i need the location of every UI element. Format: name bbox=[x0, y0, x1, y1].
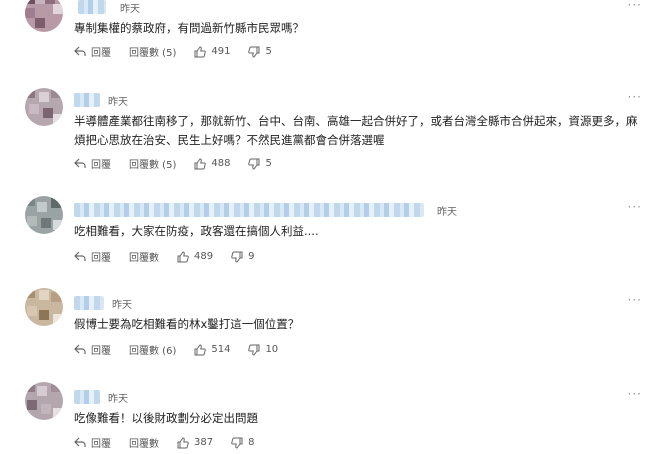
thumbs-up-icon bbox=[177, 250, 189, 262]
more-options-icon[interactable]: ··· bbox=[628, 90, 642, 104]
reply-label: 回覆 bbox=[91, 160, 111, 171]
comment-actions: 回覆 回覆數 (5) 488 5 bbox=[74, 156, 290, 171]
reply-icon bbox=[74, 158, 86, 168]
reply-icon bbox=[74, 437, 86, 447]
thumbs-down-icon bbox=[248, 158, 260, 170]
thumbs-down-icon bbox=[231, 437, 243, 449]
more-options-icon[interactable]: ··· bbox=[628, 293, 642, 307]
comment-text: 吃像難看！以後財政劃分必定出問題 bbox=[74, 411, 258, 425]
replies-count-label: 回覆數 bbox=[129, 253, 159, 264]
reply-icon bbox=[74, 251, 86, 261]
username[interactable] bbox=[74, 93, 100, 107]
reply-icon bbox=[74, 46, 86, 56]
comment-time: 昨天 bbox=[108, 97, 128, 108]
like-button[interactable]: 387 bbox=[177, 436, 214, 449]
thumbs-up-icon bbox=[194, 45, 207, 57]
replies-count-button[interactable]: 回覆數 (5) bbox=[129, 156, 176, 171]
username[interactable] bbox=[74, 296, 104, 310]
reply-label: 回覆 bbox=[91, 48, 111, 59]
reply-label: 回覆 bbox=[91, 253, 111, 264]
thumbs-down-icon bbox=[248, 46, 260, 58]
avatar[interactable] bbox=[25, 196, 63, 234]
dislike-button[interactable]: 8 bbox=[231, 437, 254, 449]
replies-count-label: 回覆數 (6) bbox=[129, 346, 177, 357]
like-count: 491 bbox=[211, 46, 231, 57]
like-count: 387 bbox=[194, 437, 214, 448]
replies-count-label: 回覆數 (5) bbox=[129, 48, 177, 59]
reply-button[interactable]: 回覆 bbox=[74, 44, 111, 59]
dislike-count: 9 bbox=[248, 251, 255, 262]
dislike-count: 5 bbox=[265, 158, 272, 169]
comment-text: 半導體產業都往南移了，那就新竹、台中、台南、高雄一起合併好了，或者台灣全縣市合併… bbox=[74, 114, 638, 147]
comment-text: 專制集權的蔡政府，有問過新竹縣市民眾嗎？ bbox=[74, 21, 304, 35]
comment-actions: 回覆 回覆數 489 9 bbox=[74, 249, 272, 264]
thumbs-up-icon bbox=[194, 157, 207, 169]
avatar[interactable] bbox=[25, 0, 63, 32]
reply-icon bbox=[74, 344, 86, 354]
replies-count-button[interactable]: 回覆數 bbox=[129, 249, 159, 264]
thumbs-down-icon bbox=[231, 251, 243, 263]
like-count: 488 bbox=[211, 158, 231, 169]
avatar[interactable] bbox=[25, 382, 63, 420]
dislike-button[interactable]: 9 bbox=[231, 251, 254, 263]
comment-text: 吃相難看，大家在防疫，政客還在搞個人利益.... bbox=[74, 224, 319, 238]
like-count: 489 bbox=[194, 251, 214, 262]
reply-button[interactable]: 回覆 bbox=[74, 342, 111, 357]
comment-actions: 回覆 回覆數 387 8 bbox=[74, 435, 272, 450]
like-count: 514 bbox=[211, 344, 231, 355]
more-options-icon[interactable]: ··· bbox=[628, 387, 642, 401]
like-button[interactable]: 491 bbox=[194, 45, 231, 58]
username[interactable] bbox=[74, 390, 100, 404]
like-button[interactable]: 488 bbox=[194, 157, 231, 170]
dislike-count: 8 bbox=[248, 437, 255, 448]
thumbs-up-icon bbox=[194, 343, 207, 355]
dislike-count: 5 bbox=[265, 46, 272, 57]
avatar[interactable] bbox=[25, 288, 63, 326]
more-options-icon[interactable]: ··· bbox=[628, 200, 642, 214]
comment-actions: 回覆 回覆數 (5) 491 5 bbox=[74, 44, 290, 59]
replies-count-button[interactable]: 回覆數 (6) bbox=[129, 342, 176, 357]
thumbs-down-icon bbox=[248, 344, 260, 356]
dislike-button[interactable]: 5 bbox=[248, 46, 272, 58]
reply-button[interactable]: 回覆 bbox=[74, 435, 111, 450]
username[interactable] bbox=[78, 0, 106, 14]
replies-count-button[interactable]: 回覆數 (5) bbox=[129, 44, 176, 59]
comment-text: 假博士要為吃相難看的林x鑿打這一個位置？ bbox=[74, 317, 300, 331]
reply-button[interactable]: 回覆 bbox=[74, 156, 111, 171]
dislike-button[interactable]: 5 bbox=[248, 158, 272, 170]
comment-time: 昨天 bbox=[437, 207, 457, 218]
avatar[interactable] bbox=[25, 88, 63, 126]
reply-label: 回覆 bbox=[91, 346, 111, 357]
replies-count-label: 回覆數 bbox=[129, 439, 159, 450]
comment-time: 昨天 bbox=[112, 300, 132, 311]
like-button[interactable]: 514 bbox=[194, 343, 231, 356]
comment-actions: 回覆 回覆數 (6) 514 10 bbox=[74, 342, 296, 357]
dislike-count: 10 bbox=[265, 344, 279, 355]
thumbs-up-icon bbox=[177, 436, 189, 448]
more-options-icon[interactable]: ··· bbox=[628, 0, 642, 12]
reply-button[interactable]: 回覆 bbox=[74, 249, 111, 264]
comment-time: 昨天 bbox=[120, 4, 140, 15]
like-button[interactable]: 489 bbox=[177, 250, 214, 263]
replies-count-label: 回覆數 (5) bbox=[129, 160, 177, 171]
username[interactable] bbox=[74, 203, 424, 217]
reply-label: 回覆 bbox=[91, 439, 111, 450]
comment-time: 昨天 bbox=[108, 394, 128, 405]
dislike-button[interactable]: 10 bbox=[248, 344, 278, 356]
replies-count-button[interactable]: 回覆數 bbox=[129, 435, 159, 450]
